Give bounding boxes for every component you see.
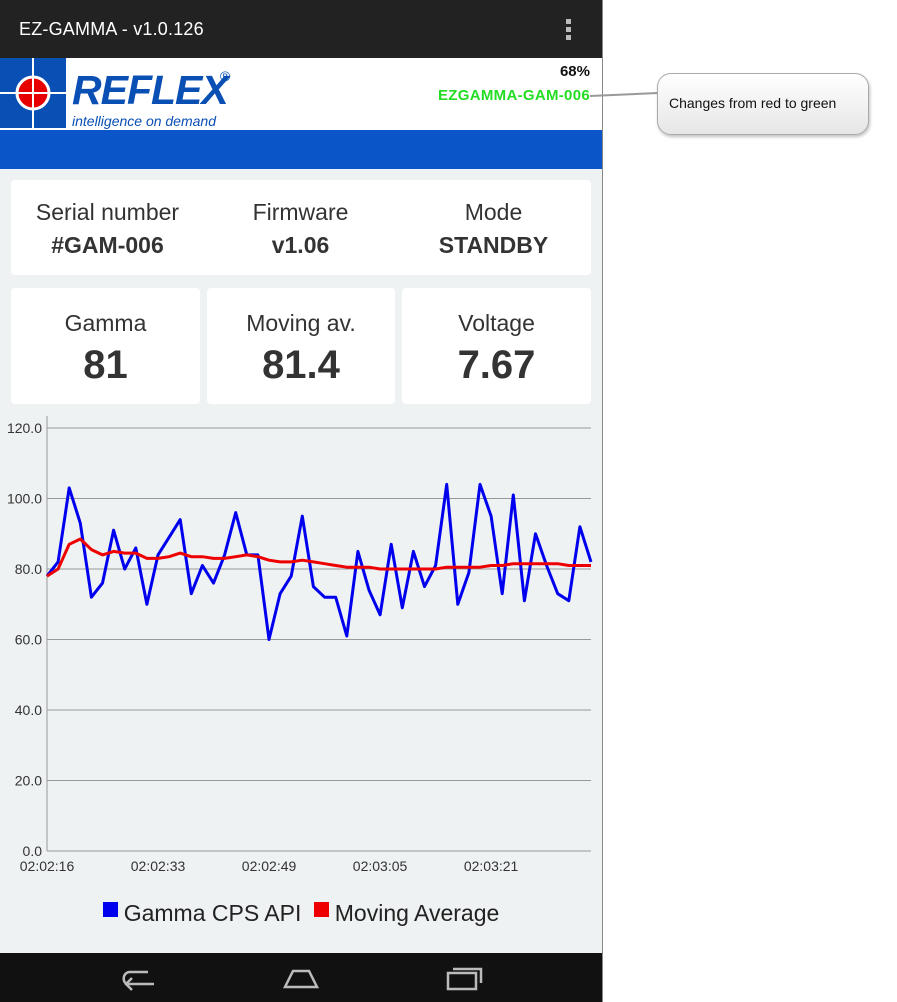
x-tick-label: 02:03:05 [353,858,408,874]
back-icon[interactable] [118,963,158,993]
annotation-callout: Changes from red to green [657,73,869,135]
voltage-label: Voltage [458,310,535,336]
legend-swatch-moving-average [313,902,329,917]
legend-label-gamma: Gamma CPS API [123,900,302,926]
device-info-card: Serial number #GAM-006 Firmware v1.06 Mo… [11,180,591,275]
moving-average-label: Moving av. [246,310,356,336]
gamma-value: 81 [83,343,128,387]
overflow-menu-icon[interactable] [560,16,578,44]
phone-screen: EZ-GAMMA - v1.0.126 REFLEX ® intelligenc… [0,0,603,1002]
gamma-card: Gamma 81 [11,288,200,404]
y-tick-label: 40.0 [15,702,42,718]
header-band [0,130,602,169]
legend-swatch-gamma [102,902,118,917]
logo-tagline: intelligence on demand [72,113,216,129]
y-tick-label: 80.0 [15,561,42,577]
moving-average-series-line [46,537,591,578]
y-tick-label: 100.0 [7,491,42,507]
logo-wordmark: REFLEX [72,67,229,113]
mode-label: Mode [464,199,523,225]
y-tick-label: 120.0 [7,420,42,436]
app-title: EZ-GAMMA - v1.0.126 [19,19,204,39]
firmware-value: v1.06 [271,232,330,258]
x-tick-label: 02:02:16 [20,858,75,874]
device-name: EZGAMMA-GAM-006 [437,87,590,104]
battery-level: 68% [559,63,590,80]
reflex-logo: REFLEX ® intelligence on demand [0,58,260,130]
callout-text: Changes from red to green [669,95,837,111]
serial-number-label: Serial number [35,199,180,225]
serial-number-value: #GAM-006 [51,232,164,258]
chart-legend: Gamma CPS API Moving Average [0,900,602,927]
voltage-card: Voltage 7.67 [402,288,591,404]
y-tick-label: 60.0 [15,632,42,648]
logo-registered-mark: ® [220,68,231,84]
crosshair-icon [0,58,66,128]
gamma-chart: 0.0 20.0 40.0 60.0 80.0 100.0 120.0 02:02:16 02:… [7,416,593,874]
y-tick-label: 20.0 [15,773,42,789]
moving-average-card: Moving av. 81.4 [207,288,395,404]
gamma-label: Gamma [64,310,147,336]
legend-label-moving-average: Moving Average [334,900,500,926]
mode-value: STANDBY [438,232,549,258]
firmware-cell: Firmware v1.06 [204,199,397,259]
title-bar: EZ-GAMMA - v1.0.126 [0,0,602,58]
firmware-label: Firmware [252,199,349,225]
voltage-value: 7.67 [457,343,536,387]
mode-cell: Mode STANDBY [397,199,590,259]
home-icon[interactable] [281,963,321,993]
serial-number-cell: Serial number #GAM-006 [11,199,204,259]
y-tick-label: 0.0 [23,843,43,859]
callout-connector [590,92,659,97]
x-tick-label: 02:03:21 [464,858,519,874]
app-header: REFLEX ® intelligence on demand 68% EZGA… [0,58,602,130]
android-nav-bar [0,953,602,1002]
x-tick-label: 02:02:49 [242,858,297,874]
recent-apps-icon[interactable] [444,963,484,993]
x-tick-label: 02:02:33 [131,858,186,874]
moving-average-value: 81.4 [262,343,340,387]
